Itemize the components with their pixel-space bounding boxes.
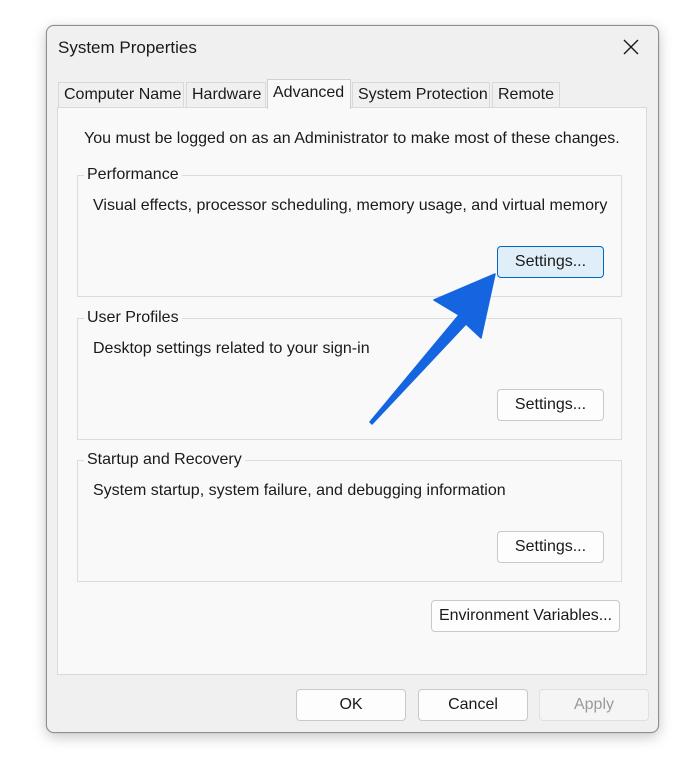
startup-recovery-description: System startup, system failure, and debu…	[93, 482, 506, 499]
window-title: System Properties	[58, 38, 197, 57]
tab-label: Computer Name	[64, 86, 182, 103]
tab-label: Remote	[498, 86, 555, 103]
startup-recovery-settings-button[interactable]: Settings...	[497, 531, 604, 563]
close-button[interactable]	[614, 32, 648, 62]
user-profiles-description: Desktop settings related to your sign-in	[93, 340, 370, 357]
tab-label: Hardware	[192, 86, 262, 103]
system-properties-dialog: System Properties Computer Name Hardware…	[46, 25, 659, 733]
page: System Properties Computer Name Hardware…	[0, 0, 696, 765]
advanced-tab-panel: You must be logged on as an Administrato…	[57, 107, 647, 675]
startup-recovery-group: Startup and Recovery System startup, sys…	[77, 451, 622, 582]
tab-advanced[interactable]: Advanced	[267, 79, 351, 109]
ok-button[interactable]: OK	[296, 689, 406, 721]
performance-group: Performance Visual effects, processor sc…	[77, 166, 622, 297]
tab-label: System Protection	[358, 86, 488, 103]
tab-hardware[interactable]: Hardware	[186, 82, 266, 108]
tab-computer-name[interactable]: Computer Name	[58, 82, 184, 108]
admin-note: You must be logged on as an Administrato…	[84, 130, 620, 147]
apply-button[interactable]: Apply	[539, 689, 649, 721]
performance-description: Visual effects, processor scheduling, me…	[93, 197, 608, 214]
tab-label: Advanced	[273, 84, 345, 101]
user-profiles-title: User Profiles	[84, 309, 182, 327]
startup-recovery-title: Startup and Recovery	[84, 451, 245, 469]
tab-remote[interactable]: Remote	[492, 82, 560, 108]
environment-variables-button[interactable]: Environment Variables...	[431, 600, 620, 632]
performance-settings-button[interactable]: Settings...	[497, 246, 604, 278]
user-profiles-group: User Profiles Desktop settings related t…	[77, 309, 622, 440]
user-profiles-settings-button[interactable]: Settings...	[497, 389, 604, 421]
cancel-button[interactable]: Cancel	[418, 689, 528, 721]
performance-title: Performance	[84, 166, 182, 184]
tab-system-protection[interactable]: System Protection	[352, 82, 490, 108]
close-icon	[623, 39, 639, 55]
title-bar[interactable]: System Properties	[47, 26, 658, 70]
